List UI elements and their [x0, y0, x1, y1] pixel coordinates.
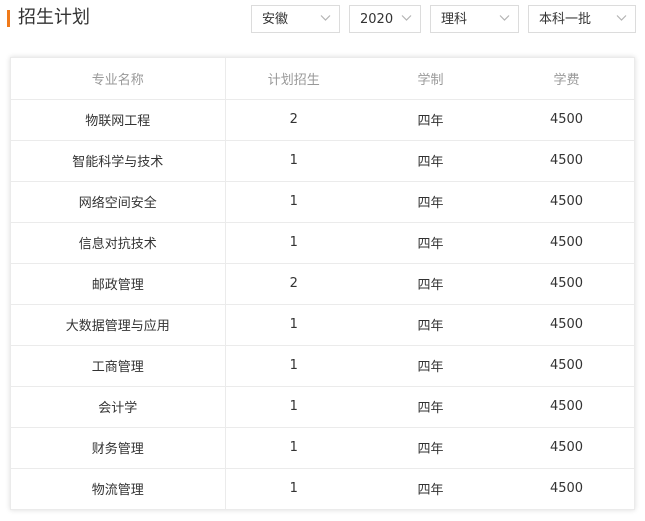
- duration-cell: 四年: [362, 427, 499, 469]
- tuition-cell: 4500: [499, 427, 634, 469]
- province-select[interactable]: 安徽: [251, 5, 340, 33]
- table-row: 智能科学与技术 1 四年 4500: [11, 140, 634, 182]
- major-name-cell: 物流管理: [11, 468, 226, 509]
- table-header-row: 专业名称 计划招生 学制 学费: [11, 58, 634, 100]
- tuition-cell: 4500: [499, 99, 634, 141]
- title-accent-bar: [7, 9, 10, 27]
- table-row: 信息对抗技术 1 四年 4500: [11, 222, 634, 264]
- page-header: 招生计划 安徽 2020 理科 本科一批: [0, 0, 645, 40]
- tuition-cell: 4500: [499, 222, 634, 264]
- tuition-cell: 4500: [499, 263, 634, 305]
- duration-cell: 四年: [362, 222, 499, 264]
- duration-cell: 四年: [362, 345, 499, 387]
- plan-count-cell: 1: [225, 222, 362, 264]
- table-row: 网络空间安全 1 四年 4500: [11, 181, 634, 223]
- duration-cell: 四年: [362, 99, 499, 141]
- year-select[interactable]: 2020: [349, 5, 421, 33]
- table-row: 财务管理 1 四年 4500: [11, 427, 634, 469]
- plan-count-cell: 1: [225, 181, 362, 223]
- plan-count-cell: 1: [225, 304, 362, 346]
- year-select-value: 2020: [360, 12, 394, 27]
- plan-count-cell: 1: [225, 345, 362, 387]
- subject-select[interactable]: 理科: [430, 5, 519, 33]
- enrollment-plan-table: 专业名称 计划招生 学制 学费 物联网工程 2 四年 4500 智能科学与技术 …: [11, 58, 634, 509]
- duration-cell: 四年: [417, 483, 444, 499]
- column-header-duration: 学制: [362, 58, 499, 100]
- chevron-down-icon: [616, 15, 627, 21]
- title-block: 招生计划: [7, 6, 90, 30]
- major-name-cell: 大数据管理与应用: [11, 304, 226, 346]
- batch-select-value: 本科一批: [539, 12, 592, 27]
- plan-count-cell: 1: [225, 427, 362, 469]
- page-title: 招生计划: [18, 7, 90, 28]
- duration-cell: 四年: [362, 140, 499, 182]
- plan-count-cell: 1: [289, 481, 298, 497]
- plan-count-cell: 1: [225, 386, 362, 428]
- tuition-cell: 4500: [499, 140, 634, 182]
- duration-cell: 四年: [362, 181, 499, 223]
- plan-count-cell: 1: [225, 140, 362, 182]
- column-header-plan-count: 计划招生: [225, 58, 362, 100]
- major-name-cell: 物联网工程: [11, 99, 226, 141]
- tuition-cell: 4500: [549, 481, 584, 497]
- major-name-cell: 网络空间安全: [11, 181, 226, 223]
- tuition-cell: 4500: [499, 345, 634, 387]
- table-row: 邮政管理 2 四年 4500: [11, 263, 634, 305]
- subject-select-value: 理科: [441, 12, 468, 27]
- province-select-value: 安徽: [262, 12, 289, 27]
- enrollment-plan-table-card: 专业名称 计划招生 学制 学费 物联网工程 2 四年 4500 智能科学与技术 …: [10, 57, 635, 510]
- table-row: 大数据管理与应用 1 四年 4500: [11, 304, 634, 346]
- duration-cell: 四年: [362, 386, 499, 428]
- chevron-down-icon: [320, 15, 331, 21]
- major-name-cell: 会计学: [11, 386, 226, 428]
- chevron-down-icon: [401, 15, 412, 21]
- duration-cell: 四年: [362, 263, 499, 305]
- major-name-cell: 智能科学与技术: [11, 140, 226, 182]
- tuition-cell: 4500: [499, 181, 634, 223]
- column-header-tuition: 学费: [499, 58, 634, 100]
- table-row: 物联网工程 2 四年 4500: [11, 99, 634, 141]
- plan-count-cell: 2: [225, 99, 362, 141]
- table-row: 物流管理 1 四年 4500: [11, 468, 634, 509]
- major-name-cell: 邮政管理: [11, 263, 226, 305]
- major-name-cell: 工商管理: [11, 345, 226, 387]
- major-name-cell: 信息对抗技术: [11, 222, 226, 264]
- plan-count-cell: 2: [225, 263, 362, 305]
- major-name-cell: 财务管理: [11, 427, 226, 469]
- chevron-down-icon: [499, 15, 510, 21]
- tuition-cell: 4500: [499, 304, 634, 346]
- duration-cell: 四年: [362, 304, 499, 346]
- column-header-major: 专业名称: [11, 58, 226, 100]
- tuition-cell: 4500: [499, 386, 634, 428]
- table-row: 会计学 1 四年 4500: [11, 386, 634, 428]
- table-row: 工商管理 1 四年 4500: [11, 345, 634, 387]
- batch-select[interactable]: 本科一批: [528, 5, 636, 33]
